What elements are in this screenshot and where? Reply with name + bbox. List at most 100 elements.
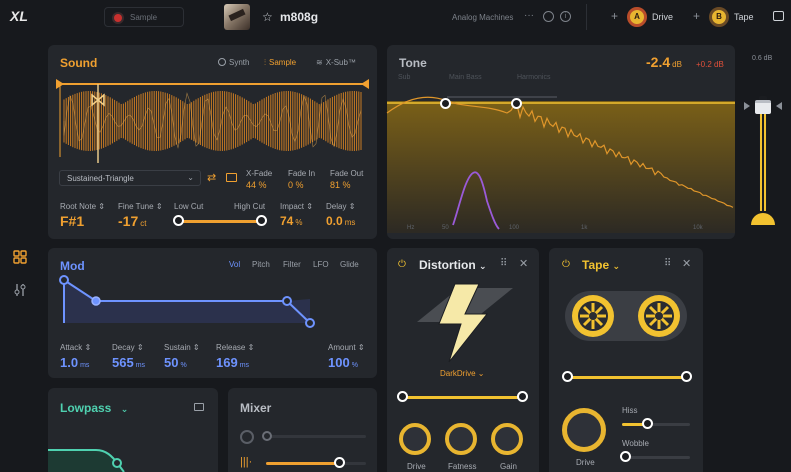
envelope-display[interactable]: [48, 273, 377, 333]
band-sub-handle[interactable]: [440, 98, 451, 109]
tape-drive-knob[interactable]: [562, 408, 606, 452]
meter-fader-handle[interactable]: [755, 100, 771, 114]
tone-title: Tone: [399, 56, 427, 70]
lowpass-title-text: Lowpass: [60, 401, 112, 415]
lowcut-handle[interactable]: [173, 215, 184, 226]
tape-range-max-handle[interactable]: [681, 371, 692, 382]
spectrum-display[interactable]: [386, 83, 735, 233]
decay-value[interactable]: 565 ms: [112, 355, 145, 370]
synth-source-icon[interactable]: [240, 430, 254, 444]
distortion-title[interactable]: Distortion ⌄: [419, 258, 487, 272]
fine-tune-label: Fine Tune ⇕: [118, 202, 163, 211]
sample-tab-label: Sample: [130, 13, 158, 22]
amount-value[interactable]: 100%: [328, 355, 358, 370]
tape-title[interactable]: Tape ⌄: [582, 258, 620, 272]
filter-menu-icon[interactable]: [194, 403, 204, 411]
tone-gain-number: -2.4: [646, 54, 671, 70]
mode-synth-tab[interactable]: Synth: [218, 58, 249, 67]
freq-label-50: 50: [442, 225, 449, 231]
sample-level-handle[interactable]: [334, 457, 345, 468]
sustain-value[interactable]: 50%: [164, 355, 187, 370]
preset-name[interactable]: m808g: [280, 10, 318, 24]
mod-tab-vol[interactable]: Vol: [229, 260, 240, 269]
spectrum-graphic: [386, 96, 735, 233]
xfade-value[interactable]: 44 %: [246, 180, 267, 190]
fadein-value[interactable]: 0 %: [288, 180, 304, 190]
fadein-label: Fade In: [288, 169, 316, 178]
delay-value[interactable]: 0.0 ms: [326, 214, 355, 228]
lowcut-label: Low Cut: [174, 202, 204, 211]
chevron-down-icon: ⌄: [479, 261, 487, 271]
filter-curve-display[interactable]: [48, 428, 218, 472]
drive-knob[interactable]: [399, 423, 431, 455]
release-value[interactable]: 169 ms: [216, 355, 249, 370]
fadeout-value[interactable]: 81 %: [330, 180, 351, 190]
delay-number: 0.0: [326, 214, 343, 228]
add-fx-b-icon[interactable]: +: [693, 9, 700, 23]
sample-source-icon[interactable]: |||·: [240, 456, 252, 468]
fx-slot-b[interactable]: B Tape: [707, 6, 767, 28]
more-options-icon[interactable]: ···: [524, 10, 534, 21]
meter-left-arrow: [744, 102, 750, 110]
mod-tab-lfo[interactable]: LFO: [313, 260, 329, 269]
drag-handle-icon[interactable]: ⠿: [500, 258, 507, 269]
highcut-handle[interactable]: [256, 215, 267, 226]
drag-handle-icon[interactable]: ⠿: [664, 258, 671, 269]
synth-level-handle[interactable]: [262, 431, 272, 441]
close-icon[interactable]: ✕: [682, 257, 691, 270]
envelope-graphic: [59, 275, 315, 328]
favorite-star-icon[interactable]: ☆: [262, 10, 273, 24]
mode-sample-tab[interactable]: ⫶ Sample: [264, 58, 296, 68]
logo: XL: [10, 8, 28, 24]
grid-view-icon[interactable]: [13, 250, 27, 264]
fine-tune-value[interactable]: -17 ct: [118, 213, 146, 229]
distortion-range-min-handle[interactable]: [397, 391, 408, 402]
tape-range-min-handle[interactable]: [562, 371, 573, 382]
wave-select-dropdown[interactable]: Sustained-Triangle ⌄: [59, 170, 201, 186]
tone-gain-value[interactable]: -2.4 dB: [646, 54, 682, 70]
lowpass-title[interactable]: Lowpass ⌄: [60, 401, 128, 415]
info-icon[interactable]: i: [560, 11, 571, 22]
hiss-handle[interactable]: [642, 418, 653, 429]
release-label-text: Release: [216, 343, 246, 352]
sample-tab[interactable]: Sample: [104, 7, 184, 27]
mod-tab-pitch[interactable]: Pitch: [252, 260, 270, 269]
freq-label-hz: Hz: [407, 225, 415, 231]
distortion-power-icon[interactable]: ⏻: [398, 259, 406, 270]
fatness-knob[interactable]: [445, 423, 477, 455]
tape-panel: ⏻ Tape ⌄ ⠿ ✕ Drive Hiss Wobble: [549, 248, 703, 472]
impact-value[interactable]: 74%: [280, 214, 302, 228]
distortion-preset-select[interactable]: DarkDrive ⌄: [440, 369, 485, 378]
delay-unit: ms: [344, 218, 356, 227]
amount-unit: %: [351, 362, 358, 369]
delay-label-text: Delay: [326, 202, 347, 211]
history-icon[interactable]: [543, 11, 554, 22]
sliders-icon[interactable]: [13, 283, 27, 297]
waveform-display[interactable]: [56, 77, 369, 163]
band-main-handle[interactable]: [511, 98, 522, 109]
attack-number: 1.0: [60, 355, 79, 370]
window-icon[interactable]: [773, 11, 784, 21]
tape-power-icon[interactable]: ⏻: [562, 259, 570, 270]
wave-select-value: Sustained-Triangle: [67, 174, 134, 183]
sustain-unit: %: [180, 362, 187, 369]
distortion-range-max-handle[interactable]: [517, 391, 528, 402]
keyboard-icon[interactable]: [226, 173, 237, 182]
wobble-handle[interactable]: [620, 451, 631, 462]
mode-xsub-tab[interactable]: ≋ X-Sub™: [316, 58, 356, 67]
drive-knob-label: Drive: [407, 462, 426, 471]
mod-tab-filter[interactable]: Filter: [283, 260, 301, 269]
fx-slot-a[interactable]: A Drive: [625, 6, 703, 28]
root-note-value[interactable]: F#1: [60, 213, 84, 229]
shuffle-icon[interactable]: ⇄: [207, 171, 216, 184]
release-unit: ms: [239, 362, 250, 369]
attack-value[interactable]: 1.0 ms: [60, 355, 89, 370]
output-meter[interactable]: [742, 70, 784, 230]
add-fx-a-icon[interactable]: +: [611, 9, 618, 23]
close-icon[interactable]: ✕: [519, 257, 528, 270]
meter-right-arrow: [776, 102, 782, 110]
impact-unit: %: [295, 218, 303, 227]
gain-knob[interactable]: [491, 423, 523, 455]
mod-tab-glide[interactable]: Glide: [340, 260, 359, 269]
updown-icon: ⇕: [306, 202, 313, 211]
